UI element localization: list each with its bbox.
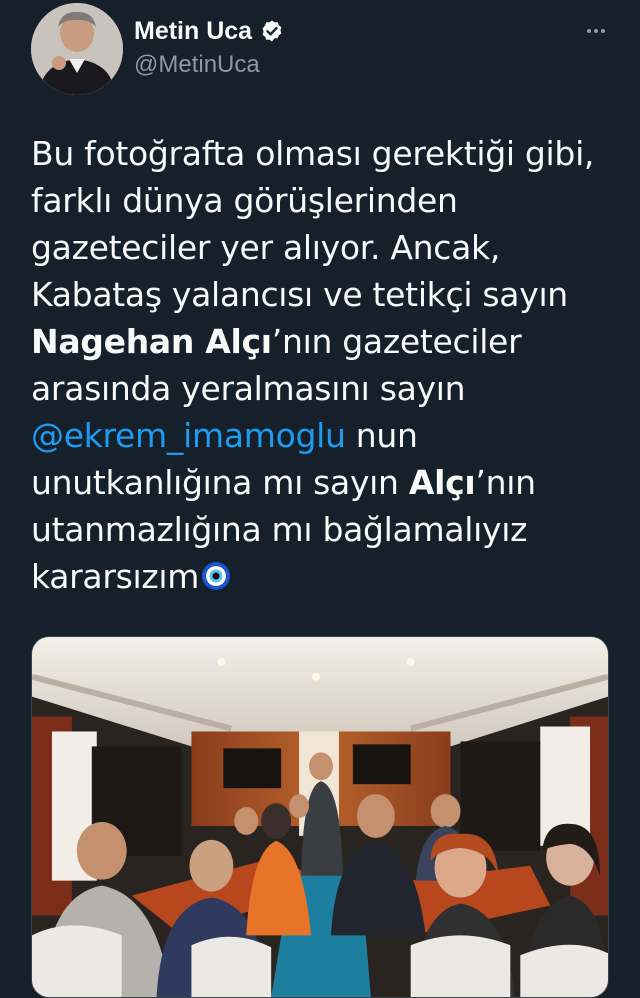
tweet-text-line: arasında yeralmasını sayın <box>31 365 611 412</box>
tweet-text-span: Bu fotoğrafta olması gerektiği gibi, <box>31 134 595 173</box>
tweet-text-bold: Alçı <box>408 463 476 502</box>
dot <box>594 29 598 33</box>
tweet-text-span: farklı dünya görüşlerinden <box>31 181 458 220</box>
tweet-text-line: @ekrem_imamoglu nun <box>31 412 611 459</box>
tweet-text-span: Kabataş yalancısı ve tetikçi sayın <box>31 275 568 314</box>
tweet-text-bold: Nagehan Alçı <box>31 322 272 361</box>
tweet-text-span: gazeteciler yer alıyor. Ancak, <box>31 228 501 267</box>
tweet-text-line: gazeteciler yer alıyor. Ancak, <box>31 224 611 271</box>
more-options-icon[interactable] <box>583 18 609 44</box>
dot <box>587 29 591 33</box>
tweet-text-span: kararsızım <box>31 557 200 596</box>
tweet-text-line: Bu fotoğrafta olması gerektiği gibi, <box>31 130 611 177</box>
display-name[interactable]: Metin Uca <box>134 14 252 48</box>
tweet-text-line: farklı dünya görüşlerinden <box>31 177 611 224</box>
tweet-text-span: utanmazlığına mı bağlamalıyız <box>31 510 528 549</box>
tweet-text-line: utanmazlığına mı bağlamalıyız <box>31 506 611 553</box>
handle[interactable]: @MetinUca <box>134 50 284 80</box>
tweet-text-span: nun <box>345 416 418 455</box>
tweet: Metin Uca @MetinUca Bu fotoğrafta olması… <box>0 0 640 998</box>
nazar-boncugu-icon <box>202 562 231 590</box>
dot <box>601 29 605 33</box>
profile-photo <box>31 3 123 95</box>
avatar[interactable] <box>31 3 123 95</box>
name-row: Metin Uca <box>134 14 284 48</box>
tweet-text-line: kararsızım <box>31 553 611 600</box>
author-info: Metin Uca @MetinUca <box>134 14 284 80</box>
tweet-photo[interactable] <box>31 636 609 998</box>
tweet-text-line: Kabataş yalancısı ve tetikçi sayın <box>31 271 611 318</box>
tweet-text: Bu fotoğrafta olması gerektiği gibi, fark… <box>31 130 611 600</box>
verified-badge-icon <box>262 20 282 42</box>
tweet-text-span: ’nın <box>475 463 536 502</box>
mention-link[interactable]: @ekrem_imamoglu <box>31 416 346 455</box>
tweet-text-span: ’nın gazeteciler <box>271 322 522 361</box>
tweet-text-line: unutkanlığına mı sayın Alçı’nın <box>31 459 611 506</box>
tweet-text-span: unutkanlığına mı sayın <box>31 463 409 502</box>
tweet-text-line: Nagehan Alçı’nın gazeteciler <box>31 318 611 365</box>
tweet-text-span: arasında yeralmasını sayın <box>31 369 466 408</box>
group-photo-inside-bus <box>32 637 608 997</box>
